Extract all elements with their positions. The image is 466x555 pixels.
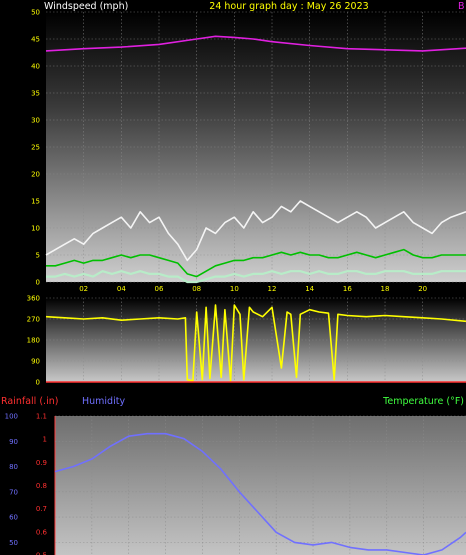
hum-y-tick-label: 100 <box>5 413 18 421</box>
hum-y-tick-label: 90 <box>9 438 18 446</box>
x-tick-label: 04 <box>117 285 126 293</box>
x-tick-label: 06 <box>155 285 164 293</box>
wind-y-tick-label: 40 <box>31 63 40 71</box>
rainfall-legend-label: Rainfall (.in) <box>1 396 58 407</box>
temperature-legend-label: Temperature (°F) <box>382 396 464 407</box>
x-tick-label: 18 <box>381 285 390 293</box>
humidity-legend-label: Humidity <box>82 396 125 407</box>
wind-y-tick-label: 15 <box>31 198 40 206</box>
dir-y-tick-label: 180 <box>27 337 40 345</box>
rain-y-tick-label: 0.8 <box>36 482 47 490</box>
x-tick-label: 14 <box>305 285 314 293</box>
dir-y-tick-label: 360 <box>27 295 40 303</box>
chart-title: 24 hour graph day : May 26 2023 <box>209 1 368 12</box>
wind-y-tick-label: 20 <box>31 171 40 179</box>
wind-y-tick-label: 5 <box>36 252 40 260</box>
rain-y-tick-label: 1.1 <box>36 413 47 421</box>
rain-y-tick-label: 1 <box>43 436 47 444</box>
x-tick-label: 20 <box>418 285 427 293</box>
wind-y-tick-label: 30 <box>31 117 40 125</box>
rain-y-tick-label: 0.5 <box>36 552 47 555</box>
weather-graph-canvas: 0 5 10 15 20 25 30 35 40 45 50 0 90 180 270 360 50 60 70 80… <box>1 1 466 555</box>
x-tick-label: 10 <box>230 285 239 293</box>
x-tick-label: 08 <box>192 285 201 293</box>
hum-y-tick-label: 50 <box>9 539 18 547</box>
pressure-title-fragment: B <box>458 1 465 12</box>
hum-y-tick-label: 60 <box>9 514 18 522</box>
rain-y-tick-label: 0.7 <box>36 505 47 513</box>
rain-y-tick-label: 0.9 <box>36 459 47 467</box>
x-tick-label: 16 <box>343 285 352 293</box>
wind-y-tick-label: 35 <box>31 90 40 98</box>
x-tick-label: 12 <box>268 285 277 293</box>
dir-y-tick-label: 270 <box>27 316 40 324</box>
rain-y-tick-label: 0.6 <box>36 528 48 536</box>
wind-y-tick-label: 0 <box>36 279 40 287</box>
wind-y-tick-label: 25 <box>31 144 40 152</box>
wind-y-tick-label: 45 <box>31 36 40 44</box>
windspeed-title: Windspeed (mph) <box>44 1 128 12</box>
dir-y-tick-label: 0 <box>36 379 40 387</box>
dir-y-tick-label: 90 <box>31 358 40 366</box>
hum-y-tick-label: 80 <box>9 463 18 471</box>
hum-y-tick-label: 70 <box>9 488 18 496</box>
wind-y-tick-label: 50 <box>31 9 40 17</box>
wind-y-tick-label: 10 <box>31 225 40 233</box>
x-tick-label: 02 <box>79 285 88 293</box>
humidity-panel-background <box>55 416 466 555</box>
